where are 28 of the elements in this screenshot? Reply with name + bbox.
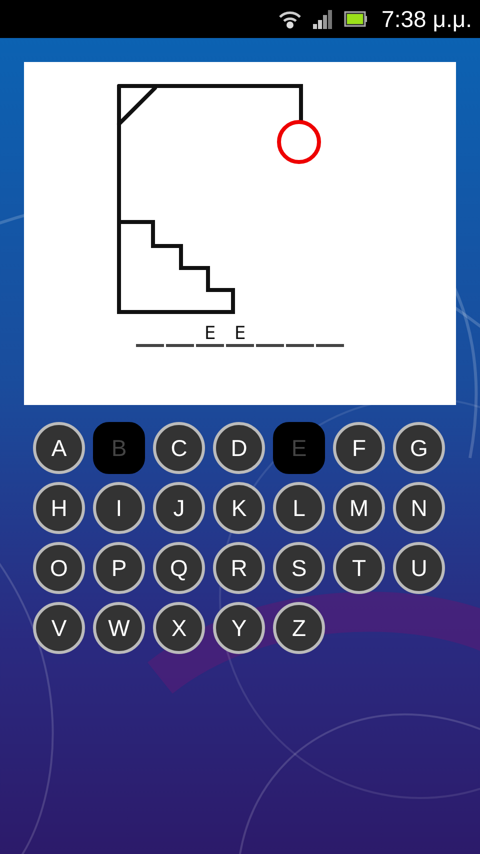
letter-key[interactable]: S [273, 542, 325, 594]
letter-key[interactable]: Y [213, 602, 265, 654]
letter-key[interactable]: H [33, 482, 85, 534]
letter-key[interactable]: O [33, 542, 85, 594]
letter-key[interactable]: K [213, 482, 265, 534]
letter-key[interactable]: P [93, 542, 145, 594]
letter-key[interactable]: W [93, 602, 145, 654]
letter-key[interactable]: T [333, 542, 385, 594]
letter-key[interactable]: I [93, 482, 145, 534]
letter-key[interactable]: Q [153, 542, 205, 594]
letter-key[interactable]: V [33, 602, 85, 654]
letter-key[interactable]: D [213, 422, 265, 474]
letter-key[interactable]: L [273, 482, 325, 534]
letter-key[interactable]: G [393, 422, 445, 474]
letter-key[interactable]: X [153, 602, 205, 654]
clock-time: 7:38 μ.μ. [382, 6, 472, 32]
letter-slot: E [226, 322, 254, 347]
letter-slot: E [196, 322, 224, 347]
letter-key[interactable]: F [333, 422, 385, 474]
letter-key[interactable]: M [333, 482, 385, 534]
signal-icon [312, 9, 334, 29]
letter-key[interactable]: R [213, 542, 265, 594]
letter-key[interactable]: J [153, 482, 205, 534]
letter-key[interactable]: A [33, 422, 85, 474]
letter-key[interactable]: C [153, 422, 205, 474]
letter-key[interactable]: N [393, 482, 445, 534]
letter-key[interactable]: U [393, 542, 445, 594]
battery-icon [344, 11, 368, 27]
